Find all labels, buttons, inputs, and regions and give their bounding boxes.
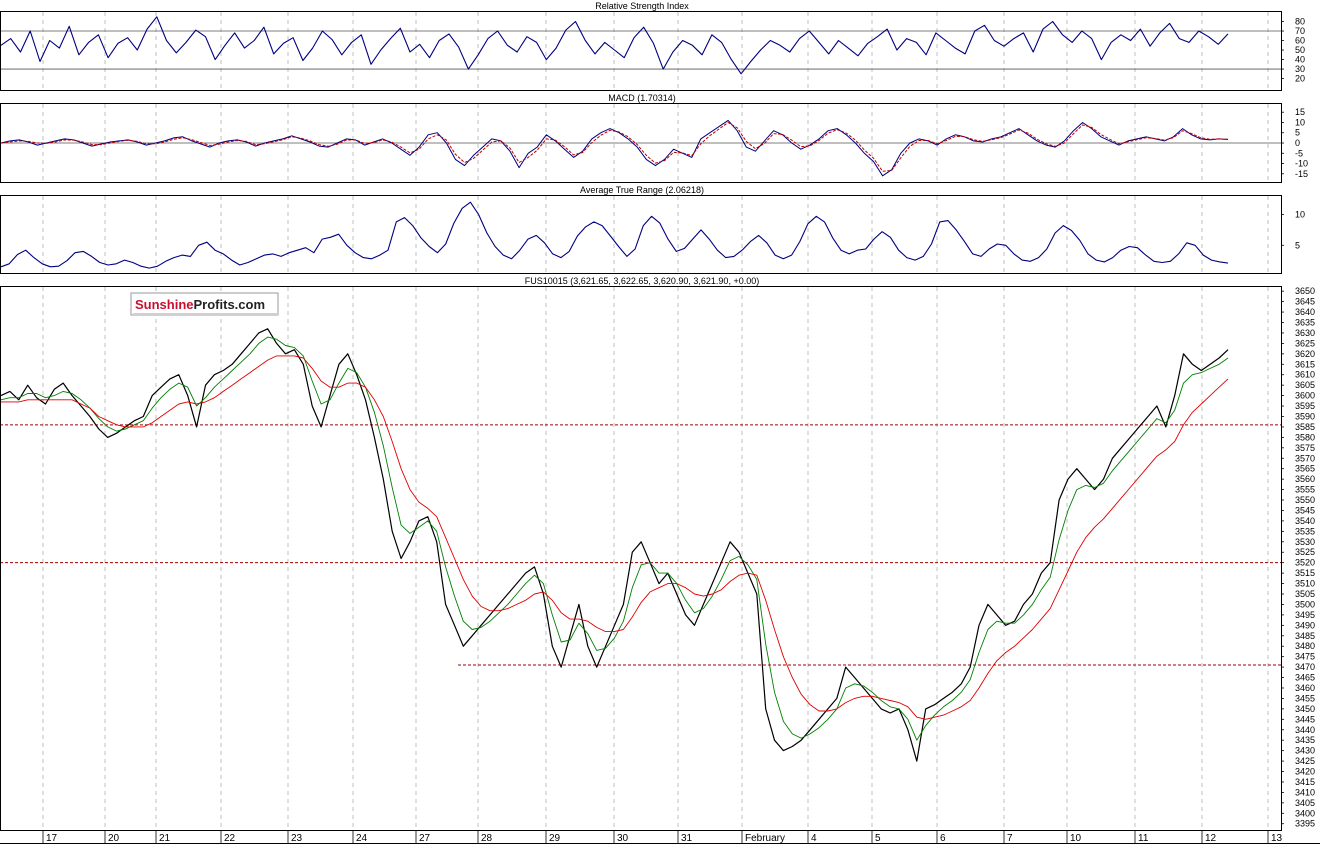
- y-tick-label: 3540: [1295, 516, 1315, 526]
- y-tick-label: 3580: [1295, 432, 1315, 442]
- x-tick-label: 7: [1007, 833, 1013, 844]
- y-tick-label: 3460: [1295, 683, 1315, 693]
- y-tick-label: 3405: [1295, 798, 1315, 808]
- y-tick-label: -10: [1295, 159, 1308, 169]
- y-tick-label: 3575: [1295, 443, 1315, 453]
- y-tick-label: 3565: [1295, 464, 1315, 474]
- x-tick-label: 30: [617, 833, 629, 844]
- y-tick-label: 60: [1295, 36, 1305, 46]
- y-tick-label: 3490: [1295, 620, 1315, 630]
- y-tick-label: 3630: [1295, 328, 1315, 338]
- x-tick-label: 28: [481, 833, 493, 844]
- y-tick-label: 3615: [1295, 359, 1315, 369]
- y-tick-label: 3395: [1295, 819, 1315, 829]
- x-tick-label: 12: [1205, 833, 1217, 844]
- x-tick-label: 21: [159, 833, 171, 844]
- y-tick-label: 3505: [1295, 589, 1315, 599]
- y-tick-label: 3430: [1295, 746, 1315, 756]
- y-tick-label: 3510: [1295, 579, 1315, 589]
- x-tick-label: February: [745, 833, 785, 844]
- x-tick-label: 29: [549, 833, 561, 844]
- multi-panel-stock-chart: Relative Strength Index 80706050403020 M…: [0, 0, 1320, 844]
- y-tick-label: 20: [1295, 74, 1305, 84]
- y-tick-label: 3450: [1295, 704, 1315, 714]
- y-tick-label: 3590: [1295, 411, 1315, 421]
- y-tick-label: 30: [1295, 64, 1305, 74]
- y-tick-label: 3645: [1295, 297, 1315, 307]
- y-tick-label: 3515: [1295, 568, 1315, 578]
- y-tick-label: 10: [1295, 209, 1305, 219]
- y-tick-label: 3610: [1295, 370, 1315, 380]
- y-tick-label: 3440: [1295, 725, 1315, 735]
- x-tick-label: 13: [1271, 833, 1283, 844]
- y-tick-label: 3500: [1295, 599, 1315, 609]
- sunshine-profits-logo: SunshineProfits.com: [130, 292, 279, 316]
- y-tick-label: 3605: [1295, 380, 1315, 390]
- y-tick-label: 3475: [1295, 652, 1315, 662]
- y-tick-label: 3470: [1295, 662, 1315, 672]
- y-tick-label: 3530: [1295, 537, 1315, 547]
- y-tick-label: 3570: [1295, 453, 1315, 463]
- y-tick-label: 3550: [1295, 495, 1315, 505]
- y-tick-label: 50: [1295, 45, 1305, 55]
- x-tick-label: 22: [224, 833, 236, 844]
- x-tick-label: 27: [419, 833, 431, 844]
- x-tick-label: 4: [811, 833, 817, 844]
- y-tick-label: 3435: [1295, 735, 1315, 745]
- y-tick-label: 40: [1295, 55, 1305, 65]
- y-tick-label: 0: [1295, 138, 1300, 148]
- y-tick-label: 3465: [1295, 673, 1315, 683]
- y-tick-label: 3410: [1295, 787, 1315, 797]
- y-tick-label: 10: [1295, 117, 1305, 127]
- x-tick-label: 11: [1138, 833, 1149, 844]
- y-tick-label: 3545: [1295, 505, 1315, 515]
- logo-part1: Sunshine: [135, 297, 194, 312]
- y-tick-label: 3485: [1295, 631, 1315, 641]
- y-tick-label: 3625: [1295, 338, 1315, 348]
- y-tick-label: 3455: [1295, 693, 1315, 703]
- y-tick-label: 3650: [1295, 286, 1315, 296]
- y-tick-label: 3600: [1295, 391, 1315, 401]
- y-tick-label: 3420: [1295, 767, 1315, 777]
- y-tick-label: 5: [1295, 128, 1300, 138]
- y-tick-label: 3555: [1295, 485, 1315, 495]
- x-tick-label: 10: [1070, 833, 1082, 844]
- y-tick-label: 3635: [1295, 318, 1315, 328]
- macd-title: MACD (1.70314): [608, 93, 676, 103]
- x-tick-label: 5: [875, 833, 881, 844]
- x-tick-label: 24: [356, 833, 368, 844]
- y-tick-label: 3495: [1295, 610, 1315, 620]
- y-tick-label: 3640: [1295, 307, 1315, 317]
- y-tick-label: 5: [1295, 240, 1300, 250]
- y-tick-label: 80: [1295, 17, 1305, 27]
- x-tick-label: 23: [291, 833, 303, 844]
- price-title: FUS10015 (3,621.65, 3,622.65, 3,620.90, …: [525, 276, 759, 286]
- y-tick-label: 70: [1295, 26, 1305, 36]
- y-tick-label: 3425: [1295, 756, 1315, 766]
- x-tick-label: 17: [46, 833, 58, 844]
- logo-shadow: [133, 313, 278, 316]
- logo-part2: Profits.com: [194, 297, 266, 312]
- y-tick-label: 3525: [1295, 547, 1315, 557]
- logo-text: SunshineProfits.com: [135, 297, 265, 312]
- y-tick-label: 3520: [1295, 558, 1315, 568]
- rsi-title: Relative Strength Index: [595, 1, 689, 11]
- y-tick-label: 3620: [1295, 349, 1315, 359]
- y-tick-label: 3535: [1295, 526, 1315, 536]
- y-tick-label: -15: [1295, 169, 1308, 179]
- y-tick-label: -5: [1295, 148, 1303, 158]
- y-tick-label: 3415: [1295, 777, 1315, 787]
- x-tick-label: 20: [108, 833, 120, 844]
- y-tick-label: 3595: [1295, 401, 1315, 411]
- y-tick-label: 3480: [1295, 641, 1315, 651]
- y-tick-label: 15: [1295, 107, 1305, 117]
- x-tick-label: 31: [681, 833, 693, 844]
- y-tick-label: 3400: [1295, 808, 1315, 818]
- y-tick-label: 3445: [1295, 714, 1315, 724]
- y-tick-label: 3560: [1295, 474, 1315, 484]
- x-tick-label: 6: [940, 833, 946, 844]
- y-tick-label: 3585: [1295, 422, 1315, 432]
- atr-title: Average True Range (2.06218): [580, 185, 704, 195]
